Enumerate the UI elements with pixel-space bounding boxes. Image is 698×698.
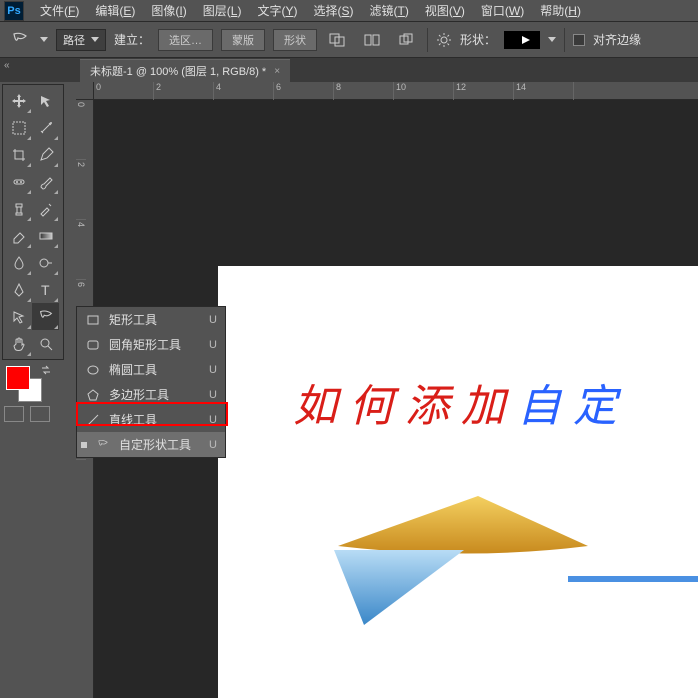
custom-shape-tool[interactable]: [32, 303, 59, 330]
divider: [427, 28, 428, 52]
menu-layer[interactable]: 图层(L): [195, 0, 250, 21]
chevron-down-icon: [91, 37, 99, 42]
artwork-blue-triangle: [324, 540, 474, 630]
close-tab-icon[interactable]: ×: [274, 66, 280, 77]
pathop-align-icon[interactable]: [359, 29, 385, 51]
toolbox: T: [2, 84, 64, 360]
marquee-tool[interactable]: [5, 114, 32, 141]
flyout-line-tool[interactable]: 直线工具 U: [77, 407, 225, 432]
history-brush-tool[interactable]: [32, 195, 59, 222]
build-label: 建立：: [114, 31, 150, 48]
foreground-color-swatch[interactable]: [6, 366, 30, 390]
divider: [564, 28, 565, 52]
quickmask-icon[interactable]: [4, 406, 24, 422]
gear-icon[interactable]: [436, 32, 452, 48]
rounded-rect-icon: [85, 337, 101, 353]
arrow-tool[interactable]: [32, 87, 59, 114]
blur-tool[interactable]: [5, 249, 32, 276]
pathop-combine-icon[interactable]: [325, 29, 351, 51]
artwork-blue-line: [568, 576, 698, 582]
collapse-icon[interactable]: «: [4, 60, 16, 72]
flyout-rectangle-tool[interactable]: 矩形工具 U: [77, 307, 225, 332]
tool-preset-chevron-icon[interactable]: [40, 37, 48, 42]
document-tab-title: 未标题-1 @ 100% (图层 1, RGB/8) *: [90, 63, 266, 79]
left-column: T: [0, 82, 76, 698]
align-edges-label: 对齐边缘: [593, 31, 641, 48]
zoom-tool[interactable]: [32, 330, 59, 357]
flyout-ellipse-tool[interactable]: 椭圆工具 U: [77, 357, 225, 382]
screenmode-icon[interactable]: [30, 406, 50, 422]
make-shape-button[interactable]: 形状: [273, 29, 317, 51]
color-swatches: [0, 362, 76, 402]
ruler-origin[interactable]: [76, 82, 94, 100]
stamp-tool[interactable]: [5, 195, 32, 222]
tool-mode-label: 路径: [63, 32, 85, 48]
menu-image[interactable]: 图像(I): [143, 0, 194, 21]
svg-text:T: T: [41, 282, 50, 298]
options-bar: 路径 建立： 选区… 蒙版 形状 形状： 对齐边缘: [0, 22, 698, 58]
document-tab[interactable]: 未标题-1 @ 100% (图层 1, RGB/8) * ×: [80, 59, 290, 82]
artwork-text: 如何添加自定: [293, 370, 629, 434]
menu-file[interactable]: 文件(F): [32, 0, 87, 21]
workspace: T 02468101214 0246810 如何添加自定: [0, 82, 698, 698]
pen-tool[interactable]: [5, 276, 32, 303]
dodge-tool[interactable]: [32, 249, 59, 276]
menu-filter[interactable]: 滤镜(T): [362, 0, 417, 21]
menu-edit[interactable]: 编辑(E): [87, 0, 143, 21]
shape-picker-chevron-icon[interactable]: [548, 37, 556, 42]
line-icon: [85, 412, 101, 428]
shape-label: 形状：: [460, 31, 496, 48]
custom-shape-icon: [95, 437, 111, 453]
rectangle-icon: [85, 312, 101, 328]
brush-tool[interactable]: [32, 168, 59, 195]
ruler-horizontal[interactable]: 02468101214: [94, 82, 698, 100]
menu-window[interactable]: 窗口(W): [473, 0, 532, 21]
wand-tool[interactable]: [32, 114, 59, 141]
menu-help[interactable]: 帮助(H): [532, 0, 589, 21]
hand-tool[interactable]: [5, 330, 32, 357]
canvas-area: 02468101214 0246810 如何添加自定 矩形工具: [76, 82, 698, 698]
flyout-polygon-tool[interactable]: 多边形工具 U: [77, 382, 225, 407]
align-edges-checkbox[interactable]: [573, 34, 585, 46]
menu-select[interactable]: 选择(S): [305, 0, 361, 21]
app-logo: Ps: [4, 1, 24, 21]
flyout-rounded-rect-tool[interactable]: 圆角矩形工具 U: [77, 332, 225, 357]
menu-type[interactable]: 文字(Y): [249, 0, 305, 21]
document-tabbar: 未标题-1 @ 100% (图层 1, RGB/8) * ×: [0, 58, 698, 82]
swap-colors-icon[interactable]: [40, 364, 52, 376]
type-tool[interactable]: T: [32, 276, 59, 303]
crop-tool[interactable]: [5, 141, 32, 168]
current-tool-icon[interactable]: [8, 28, 32, 52]
eyedropper-tool[interactable]: [32, 141, 59, 168]
polygon-icon: [85, 387, 101, 403]
shape-picker[interactable]: [504, 31, 540, 49]
gradient-tool[interactable]: [32, 222, 59, 249]
tool-mode-dropdown[interactable]: 路径: [56, 29, 106, 51]
ellipse-icon: [85, 362, 101, 378]
make-mask-button[interactable]: 蒙版: [221, 29, 265, 51]
screen-mode-group: [0, 402, 76, 426]
menu-view[interactable]: 视图(V): [417, 0, 473, 21]
pathop-arrange-icon[interactable]: [393, 29, 419, 51]
path-select-tool[interactable]: [5, 303, 32, 330]
document-canvas[interactable]: 如何添加自定: [218, 266, 698, 698]
heal-tool[interactable]: [5, 168, 32, 195]
make-selection-button[interactable]: 选区…: [158, 29, 213, 51]
selected-dot-icon: [81, 442, 87, 448]
move-tool[interactable]: [5, 87, 32, 114]
flyout-custom-shape-tool[interactable]: 自定形状工具 U: [77, 432, 225, 457]
menubar: Ps 文件(F) 编辑(E) 图像(I) 图层(L) 文字(Y) 选择(S) 滤…: [0, 0, 698, 22]
eraser-tool[interactable]: [5, 222, 32, 249]
shape-tool-flyout: 矩形工具 U 圆角矩形工具 U 椭圆工具 U 多边形工具 U 直线工具: [76, 306, 226, 458]
